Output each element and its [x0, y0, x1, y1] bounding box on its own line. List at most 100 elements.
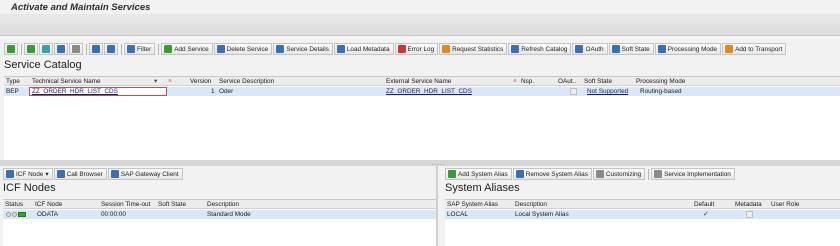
oauth-label: OAuth [585, 45, 604, 53]
service-details-button[interactable]: Service Details [273, 43, 333, 55]
browser-icon [56, 170, 65, 178]
default-checkbox[interactable]: ✓ [703, 210, 709, 218]
sort-ascending-icon [42, 45, 50, 53]
add-system-alias-label: Add System Alias [458, 170, 508, 178]
remove-icon [515, 170, 524, 178]
service-catalog-table: Type Technical Service Name ▾ ˄ Version … [4, 76, 840, 160]
sort-marker-icon: ˄ [513, 78, 517, 85]
col-processing-mode[interactable]: Processing Mode [636, 78, 685, 85]
refresh-catalog-button[interactable]: Refresh Catalog [508, 43, 572, 55]
remove-system-alias-button[interactable]: Remove System Alias [512, 168, 592, 180]
toolbar-separator [648, 168, 650, 180]
cell-soft-state[interactable]: Not Supported [587, 88, 628, 95]
oauth-checkbox[interactable] [570, 88, 577, 95]
filter-button[interactable]: Filter [124, 43, 156, 55]
metadata-checkbox[interactable] [746, 211, 753, 218]
add-to-transport-label: Add to Transport [735, 45, 783, 53]
add-service-button[interactable]: Add Service [161, 43, 213, 55]
col-session-timeout[interactable]: Session Time-out [101, 201, 150, 208]
trash-icon [216, 45, 225, 53]
sort-ascending-button[interactable] [39, 43, 53, 55]
cell-technical-service-name[interactable]: ZZ_ORDER_HDR_LIST_CDS [32, 88, 118, 95]
customizing-icon [595, 170, 604, 178]
col-soft-state[interactable]: Soft State [584, 78, 612, 85]
col-status[interactable]: Status [5, 201, 23, 208]
add-service-label: Add Service [174, 45, 209, 53]
toolbar-separator [21, 43, 22, 55]
toolbar-separator [158, 43, 160, 55]
export-icon [92, 45, 100, 53]
col-description[interactable]: Description [515, 201, 547, 208]
cell-type: BEP [6, 88, 19, 95]
col-system-alias[interactable]: SAP System Alias [447, 201, 498, 208]
cell-description: Local System Alias [515, 211, 569, 218]
col-namespace[interactable]: Nsp. [521, 78, 534, 85]
icf-nodes-pane: ICF Node ▾ Call Browser SAP Gateway Clien… [0, 166, 438, 246]
processing-mode-button[interactable]: Processing Mode [654, 43, 722, 55]
status-light-icon [6, 211, 11, 217]
sort-marker-icon: ˄ [168, 78, 172, 85]
processing-mode-label: Processing Mode [667, 45, 718, 53]
call-browser-label: Call Browser [66, 170, 103, 178]
col-service-description[interactable]: Service Description [219, 78, 274, 85]
icf-node-menu-button[interactable]: ICF Node ▾ [3, 168, 53, 180]
table-header: SAP System Alias Description Default Met… [445, 200, 840, 209]
status-lights [6, 211, 26, 218]
delete-service-button[interactable]: Delete Service [213, 43, 273, 55]
cell-description: Standard Mode [207, 211, 251, 218]
gateway-client-label: SAP Gateway Client [120, 170, 179, 178]
window-title: Activate and Maintain Services [11, 2, 151, 13]
table-row[interactable]: ODATA 00:00:00 Standard Mode [3, 210, 436, 219]
col-type[interactable]: Type [6, 78, 20, 85]
print-icon [72, 45, 80, 53]
col-user-role[interactable]: User Role [771, 201, 799, 208]
pencil-icon [657, 45, 666, 53]
sort-dropdown-icon[interactable]: ▾ [154, 78, 157, 85]
remove-system-alias-label: Remove System Alias [525, 170, 588, 178]
zoom-icon [7, 45, 15, 53]
export-button[interactable] [89, 43, 103, 55]
details-icon [276, 45, 285, 53]
add-system-alias-button[interactable]: Add System Alias [445, 168, 512, 180]
call-browser-button[interactable]: Call Browser [53, 168, 107, 180]
refresh-icon [511, 45, 520, 53]
customizing-label: Customizing [605, 170, 642, 178]
cell-external-service-name[interactable]: ZZ_ORDER_HDR_LIST_CDS [386, 88, 472, 95]
load-metadata-button[interactable]: Load Metadata [333, 43, 394, 55]
cell-version: 1 [211, 88, 215, 95]
oauth-button[interactable]: OAuth [572, 43, 608, 55]
table-row[interactable]: BEP ZZ_ORDER_HDR_LIST_CDS 1 Oder ZZ_ORDE… [4, 87, 840, 96]
layout-button[interactable] [104, 43, 118, 55]
filter-icon [127, 45, 135, 53]
add-to-transport-button[interactable]: Add to Transport [722, 43, 787, 55]
col-external-service-name[interactable]: External Service Name [386, 78, 451, 85]
oauth-icon [575, 45, 584, 53]
col-oauth[interactable]: OAut.. [558, 78, 576, 85]
find-icon [57, 45, 65, 53]
col-icf-node[interactable]: ICF Node [35, 201, 62, 208]
gateway-client-button[interactable]: SAP Gateway Client [107, 168, 183, 180]
request-statistics-button[interactable]: Request Statistics [439, 43, 508, 55]
table-row[interactable]: LOCAL Local System Alias ✓ [445, 210, 840, 219]
soft-state-label: Soft State [621, 45, 650, 53]
col-technical-service-name[interactable]: Technical Service Name [32, 78, 101, 85]
col-metadata[interactable]: Metadata [735, 201, 762, 208]
add-icon [448, 170, 456, 178]
service-implementation-button[interactable]: Service Implementation [651, 168, 735, 180]
chevron-down-icon: ▾ [45, 171, 49, 178]
print-button[interactable] [69, 43, 83, 55]
zoom-button[interactable] [4, 43, 18, 55]
service-catalog-title: Service Catalog [4, 59, 82, 71]
gateway-client-icon [110, 170, 119, 178]
col-description[interactable]: Description [207, 201, 239, 208]
aliases-toolbar: Add System Alias Remove System Alias Cus… [445, 168, 736, 180]
soft-state-button[interactable]: Soft State [608, 43, 654, 55]
find-button[interactable] [54, 43, 68, 55]
col-default[interactable]: Default [694, 201, 714, 208]
col-soft-state[interactable]: Soft State [158, 201, 186, 208]
filter-list-button[interactable] [24, 43, 38, 55]
col-version[interactable]: Version [190, 78, 211, 85]
error-log-button[interactable]: Error Log [394, 43, 439, 55]
icf-node-label: ICF Node [16, 170, 44, 178]
customizing-button[interactable]: Customizing [592, 168, 646, 180]
